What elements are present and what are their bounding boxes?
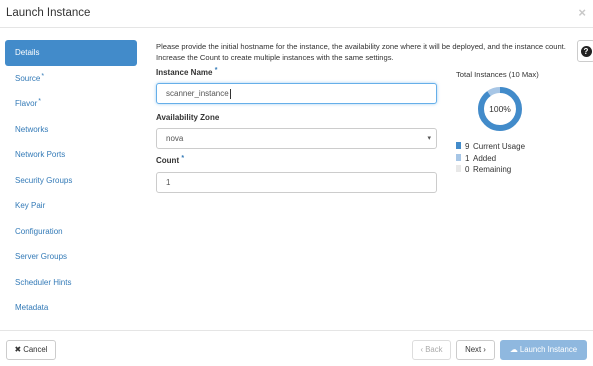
sidebar-item-metadata[interactable]: Metadata [5,295,137,321]
back-button[interactable]: ‹ Back [412,340,451,360]
count-input[interactable]: 1 [156,172,437,193]
launch-instance-button[interactable]: ☁ Launch Instance [500,340,587,360]
required-marker: * [181,155,185,162]
quota-legend: 9 Current Usage 1 Added 0 Remaining [456,141,525,176]
legend-added: 1 Added [456,153,525,165]
footer-divider [0,330,593,331]
legend-swatch [456,153,461,161]
availability-zone-select[interactable]: nova ▾ [156,128,437,149]
sidebar-item-scheduler-hints[interactable]: Scheduler Hints [5,270,137,296]
question-icon: ? [580,46,592,58]
legend-swatch [456,165,461,173]
availability-zone-label: Availability Zone [156,113,220,122]
sidebar-item-details[interactable]: Details [5,40,137,66]
sidebar-item-network-ports[interactable]: Network Ports [5,142,137,168]
required-marker: * [214,67,218,74]
details-description: Please provide the initial hostname for … [156,42,566,62]
instance-name-input[interactable]: scanner_instance [156,83,437,104]
chevron-down-icon: ▾ [427,135,431,142]
dialog-title: Launch Instance [6,7,91,19]
required-marker: * [38,98,41,105]
wizard-sidebar: Details Source* Flavor* Networks Network… [5,40,137,321]
close-icon[interactable]: × [578,5,586,20]
legend-current-usage: 9 Current Usage [456,141,525,153]
help-button[interactable]: ? [577,40,593,62]
sidebar-item-flavor[interactable]: Flavor* [5,91,137,117]
sidebar-item-configuration[interactable]: Configuration [5,219,137,245]
required-marker: * [41,72,45,80]
next-button[interactable]: Next › [456,340,495,360]
dialog-header: Launch Instance × [0,0,593,28]
quota-chart-title: Total Instances (10 Max) [456,70,539,79]
sidebar-item-security-groups[interactable]: Security Groups [5,168,137,194]
sidebar-item-networks[interactable]: Networks [5,117,137,143]
count-label: Count * [156,155,185,165]
sidebar-item-server-groups[interactable]: Server Groups [5,244,137,270]
instance-name-label: Instance Name * [156,67,218,77]
sidebar-item-key-pair[interactable]: Key Pair [5,193,137,219]
text-caret [229,88,231,99]
legend-remaining: 0 Remaining [456,164,525,176]
legend-swatch [456,142,461,150]
quota-percent-label: 100% [489,104,511,114]
sidebar-item-source[interactable]: Source* [5,66,137,92]
cancel-button[interactable]: ✖ Cancel [6,340,56,360]
